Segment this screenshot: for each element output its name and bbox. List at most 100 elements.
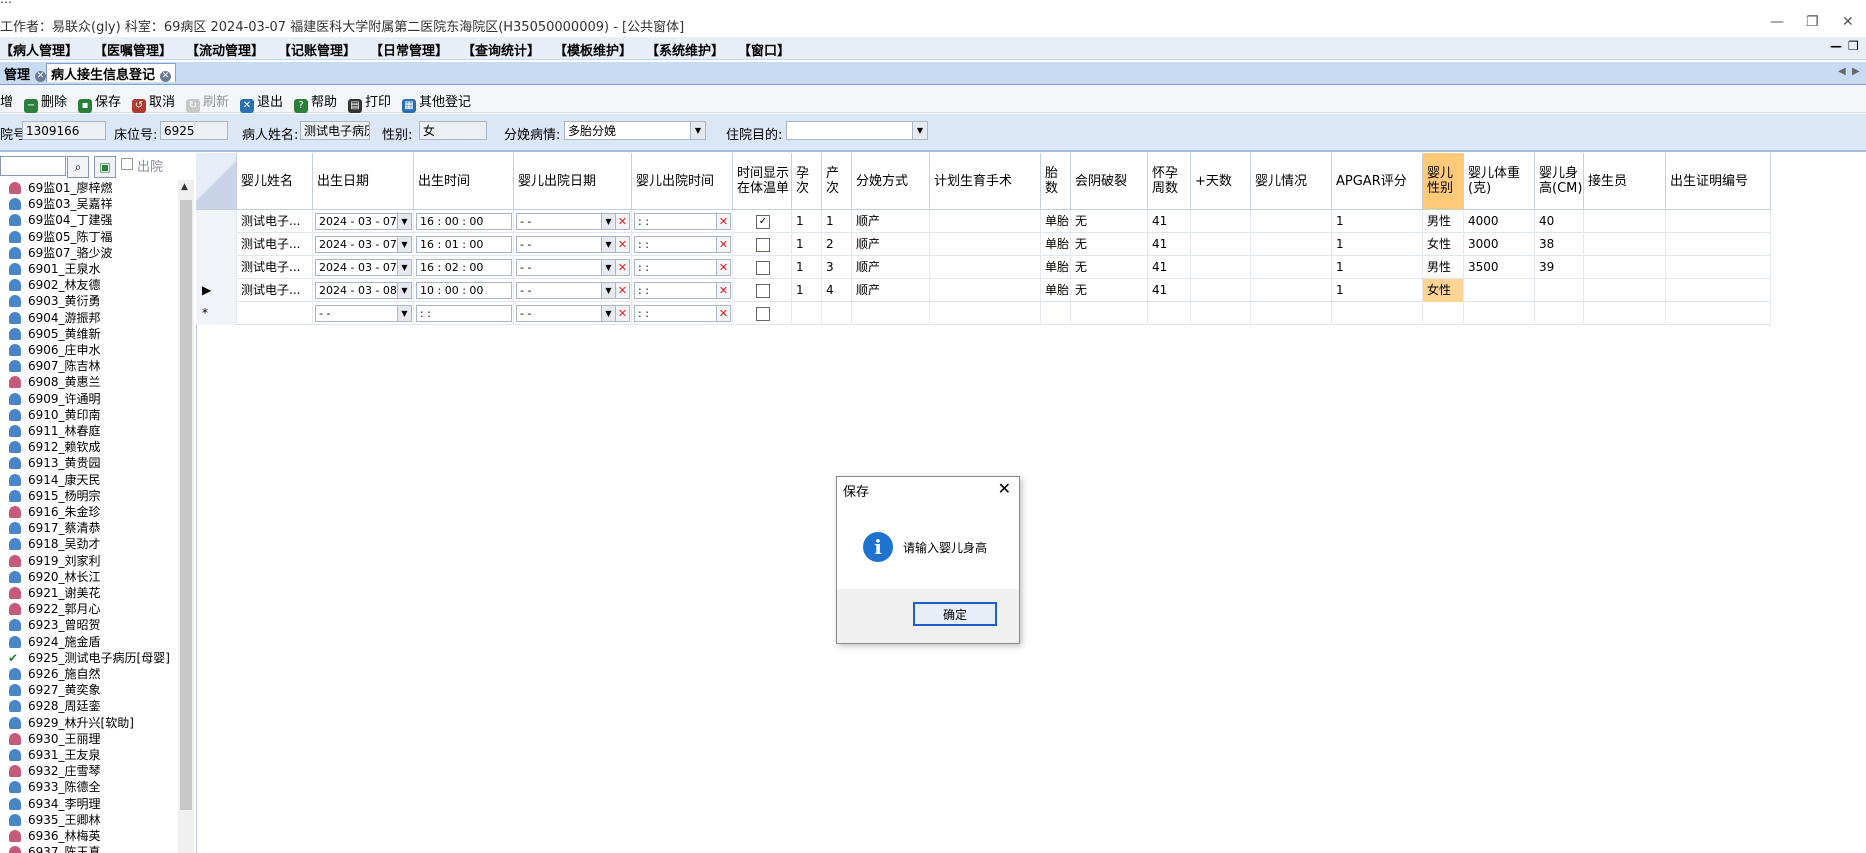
cell-parity-count[interactable]: 3 <box>822 256 852 279</box>
patient-name-field[interactable]: 测试电子病历 <box>300 121 370 140</box>
cell-extra-days[interactable] <box>1191 279 1251 302</box>
birth-date-picker[interactable]: 2024 - 03 - 07 ▼ <box>315 236 412 253</box>
print-button[interactable]: ▤ 打印 <box>348 91 391 113</box>
birth-time-input[interactable]: 16 : 02 : 00 <box>416 259 512 276</box>
new-cell-apgar-score[interactable] <box>1332 302 1423 325</box>
cell-perineum-tear[interactable]: 无 <box>1071 233 1148 256</box>
cell-baby-condition[interactable] <box>1251 233 1332 256</box>
cell-fetus-count[interactable]: 单胎 <box>1041 233 1071 256</box>
cell-apgar-score[interactable]: 1 <box>1332 279 1423 302</box>
cell-baby-name[interactable]: 测试电子... <box>237 233 313 256</box>
patient-list-item[interactable]: 6933_陈德全 <box>0 779 176 795</box>
column-header-baby-sex[interactable]: 婴儿性别 <box>1423 153 1464 210</box>
discharge-time-input[interactable]: : : ✕ <box>634 213 731 230</box>
patient-list-item[interactable]: 69监03_吴嘉祥 <box>0 196 176 212</box>
save-button[interactable]: ▪ 保存 <box>78 91 121 113</box>
new-cell-perineum-tear[interactable] <box>1071 302 1148 325</box>
cell-baby-weight[interactable] <box>1464 279 1535 302</box>
cell-discharge-date[interactable]: - - ▼ ✕ <box>514 256 632 279</box>
restore-button[interactable]: ❐ <box>1806 14 1819 30</box>
birth-date-picker[interactable]: 2024 - 03 - 07 ▼ <box>315 259 412 276</box>
new-cell-baby-weight[interactable] <box>1464 302 1535 325</box>
cancel-button[interactable]: ↺ 取消 <box>132 91 175 113</box>
column-header-birth-certificate-no[interactable]: 出生证明编号 <box>1666 153 1771 210</box>
patient-list-item[interactable]: 6937_陈玉真 <box>0 844 176 853</box>
cell-apgar-score[interactable]: 1 <box>1332 210 1423 233</box>
clear-icon[interactable]: ✕ <box>716 260 730 275</box>
cell-discharge-time[interactable]: : : ✕ <box>632 233 733 256</box>
patient-list-item[interactable]: 6916_朱金珍 <box>0 504 176 520</box>
patient-search-input[interactable] <box>0 156 66 176</box>
column-header-fetus-count[interactable]: 胎数 <box>1041 153 1071 210</box>
admission-purpose-select[interactable]: ▼ <box>786 121 928 140</box>
exit-button[interactable]: ✕ 退出 <box>240 91 283 113</box>
patient-list-item[interactable]: 6902_林友德 <box>0 277 176 293</box>
cell-baby-height[interactable] <box>1535 279 1584 302</box>
cell-pregnancy-count[interactable]: 1 <box>792 279 822 302</box>
row-header-cell[interactable] <box>196 256 237 279</box>
column-header-pregnancy-weeks[interactable]: 怀孕周数 <box>1148 153 1191 210</box>
patient-list-item[interactable]: 6904_游振邦 <box>0 310 176 326</box>
clear-icon[interactable]: ✕ <box>615 260 629 275</box>
cell-fetus-count[interactable]: 单胎 <box>1041 256 1071 279</box>
cell-extra-days[interactable] <box>1191 233 1251 256</box>
patient-list-item[interactable]: 6929_林升兴[软助] <box>0 715 176 731</box>
chevron-down-icon[interactable]: ▼ <box>397 237 411 252</box>
cell-baby-sex[interactable]: 女性 <box>1423 233 1464 256</box>
cell-parity-count[interactable]: 2 <box>822 233 852 256</box>
patient-list-item[interactable]: 6914_康天民 <box>0 472 176 488</box>
cell-birth-date[interactable]: 2024 - 03 - 07 ▼ <box>313 210 414 233</box>
patient-list-item[interactable]: 6909_许通明 <box>0 391 176 407</box>
discharge-checkbox[interactable] <box>121 158 133 170</box>
cell-fetus-count[interactable]: 单胎 <box>1041 210 1071 233</box>
column-header-pregnancy-count[interactable]: 孕次 <box>792 153 822 210</box>
cell-birth-time[interactable]: 16 : 01 : 00 <box>414 233 514 256</box>
new-cell-extra-days[interactable] <box>1191 302 1251 325</box>
cell-apgar-score[interactable]: 1 <box>1332 256 1423 279</box>
menu-template[interactable]: 【模板维护】 <box>554 40 632 59</box>
mdi-restore-button[interactable]: ❐ <box>1848 39 1859 53</box>
locate-icon[interactable]: ▣ <box>94 156 116 178</box>
chevron-down-icon[interactable]: ▼ <box>601 214 615 229</box>
column-header-perineum-tear[interactable]: 会阴破裂 <box>1071 153 1148 210</box>
chevron-down-icon[interactable]: ▼ <box>397 283 411 298</box>
cell-pregnancy-weeks[interactable]: 41 <box>1148 256 1191 279</box>
cell-perineum-tear[interactable]: 无 <box>1071 279 1148 302</box>
patient-list-item[interactable]: 6917_蔡清恭 <box>0 520 176 536</box>
new-cell-birth-certificate-no[interactable] <box>1666 302 1771 325</box>
cell-perineum-tear[interactable]: 无 <box>1071 256 1148 279</box>
clear-icon[interactable]: ✕ <box>615 214 629 229</box>
cell-baby-height[interactable]: 38 <box>1535 233 1584 256</box>
sex-field[interactable]: 女 <box>419 121 487 140</box>
cell-discharge-date[interactable]: - - ▼ ✕ <box>514 210 632 233</box>
cell-extra-days[interactable] <box>1191 256 1251 279</box>
show-on-chart-checkbox[interactable] <box>756 261 770 275</box>
scrollbar-thumb[interactable] <box>180 200 192 810</box>
chevron-down-icon[interactable]: ▼ <box>690 122 705 139</box>
new-row[interactable]: * - - ▼: :- - ▼ ✕: : ✕ <box>196 302 1771 325</box>
cell-delivery-method[interactable]: 顺产 <box>852 233 930 256</box>
cell-baby-name[interactable]: 测试电子... <box>237 256 313 279</box>
clear-icon[interactable]: ✕ <box>716 237 730 252</box>
cell-baby-sex[interactable]: 男性 <box>1423 256 1464 279</box>
cell-show-on-chart[interactable] <box>733 279 792 302</box>
new-cell-birth-date[interactable]: - - ▼ <box>313 302 414 325</box>
cell-baby-name[interactable]: 测试电子... <box>237 279 313 302</box>
show-on-chart-checkbox[interactable]: ✓ <box>756 215 770 229</box>
cell-birth-date[interactable]: 2024 - 03 - 07 ▼ <box>313 256 414 279</box>
menu-billing[interactable]: 【记账管理】 <box>278 40 356 59</box>
menu-daily[interactable]: 【日常管理】 <box>370 40 448 59</box>
column-header-parity-count[interactable]: 产次 <box>822 153 852 210</box>
show-on-chart-checkbox[interactable] <box>756 307 770 321</box>
cell-birth-certificate-no[interactable] <box>1666 256 1771 279</box>
patient-list-item[interactable]: 6922_郭月心 <box>0 601 176 617</box>
row-header-cell[interactable] <box>196 233 237 256</box>
chevron-down-icon[interactable]: ▼ <box>601 283 615 298</box>
patient-list-item[interactable]: 6915_杨明宗 <box>0 488 176 504</box>
patient-list-scrollbar[interactable]: ▲ <box>178 180 194 853</box>
cell-pregnancy-count[interactable]: 1 <box>792 256 822 279</box>
patient-list-item[interactable]: 6912_赖钦成 <box>0 439 176 455</box>
cell-show-on-chart[interactable] <box>733 233 792 256</box>
menu-patient[interactable]: 【病人管理】 <box>0 40 78 59</box>
discharge-date-picker[interactable]: - - ▼ ✕ <box>516 259 630 276</box>
